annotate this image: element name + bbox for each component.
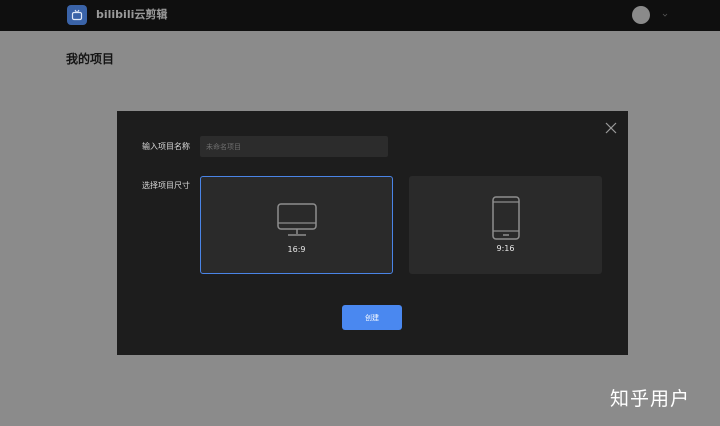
app-title: bilibili云剪辑 bbox=[96, 8, 168, 21]
top-bar: bilibili云剪辑 bbox=[0, 0, 720, 31]
create-button[interactable]: 创建 bbox=[342, 305, 402, 330]
app-logo[interactable] bbox=[67, 5, 87, 25]
project-size-label: 选择项目尺寸 bbox=[142, 181, 190, 190]
tv-icon bbox=[71, 9, 83, 21]
phone-icon bbox=[492, 196, 520, 240]
project-name-label: 输入项目名称 bbox=[142, 142, 190, 151]
project-name-input[interactable] bbox=[200, 136, 388, 157]
chevron-down-icon[interactable] bbox=[662, 12, 668, 18]
monitor-icon bbox=[277, 203, 317, 236]
size-option-label: 16:9 bbox=[287, 245, 306, 254]
watermark: 知乎用户 bbox=[610, 388, 691, 410]
close-icon[interactable] bbox=[605, 122, 617, 134]
new-project-dialog: 输入项目名称 选择项目尺寸 16:9 9:16 创建 bbox=[117, 111, 628, 355]
user-avatar[interactable] bbox=[632, 6, 650, 24]
size-option-9-16[interactable]: 9:16 bbox=[409, 176, 602, 274]
size-option-label: 9:16 bbox=[496, 244, 515, 253]
size-option-16-9[interactable]: 16:9 bbox=[200, 176, 393, 274]
